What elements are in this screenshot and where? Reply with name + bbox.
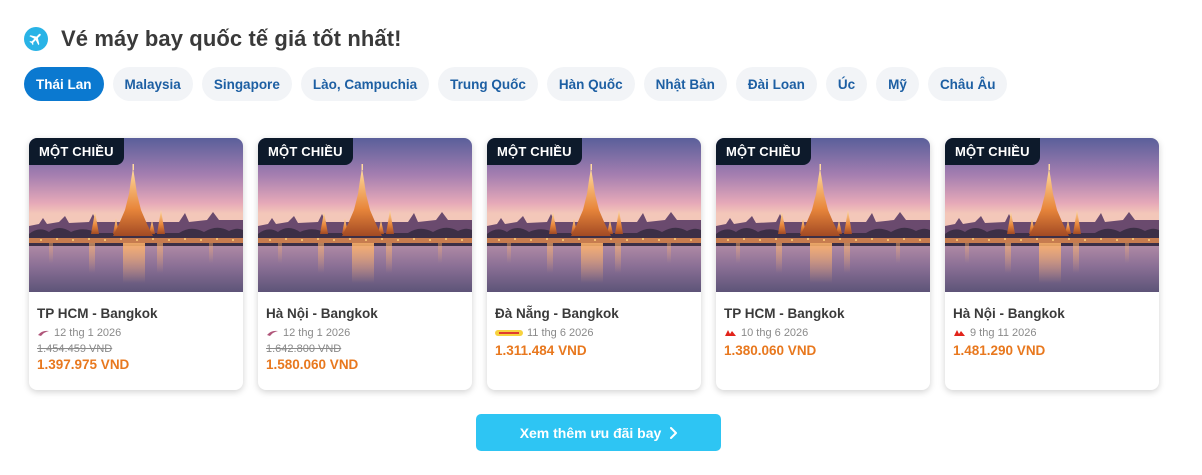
- route-label: TP HCM - Bangkok: [37, 306, 158, 321]
- deal-card[interactable]: MỘT CHIỀU Hà Nội - Bangkok 12 thg 1 2026…: [258, 138, 472, 390]
- original-price: 1.642.800 VND: [266, 343, 342, 355]
- trip-type-badge: MỘT CHIỀU: [487, 138, 582, 165]
- tab-thai-lan[interactable]: Thái Lan: [24, 67, 104, 101]
- deal-cards: MỘT CHIỀU TP HCM - Bangkok 12 thg 1 2026…: [29, 138, 1159, 390]
- deal-card[interactable]: MỘT CHIỀU TP HCM - Bangkok 12 thg 1 2026…: [29, 138, 243, 390]
- section-header: Vé máy bay quốc tế giá tốt nhất!: [24, 26, 402, 52]
- deal-price: 1.481.290 VND: [953, 343, 1046, 358]
- route-label: Hà Nội - Bangkok: [266, 306, 378, 321]
- tab-trung-quoc[interactable]: Trung Quốc: [438, 67, 538, 101]
- tab-nhat-ban[interactable]: Nhật Bản: [643, 67, 727, 101]
- trip-type-badge: MỘT CHIỀU: [716, 138, 811, 165]
- deal-price: 1.311.484 VND: [495, 343, 587, 358]
- tab-lao-campuchia[interactable]: Lào, Campuchia: [300, 67, 430, 101]
- chevron-right-icon: [670, 426, 678, 439]
- tab-malaysia[interactable]: Malaysia: [112, 67, 193, 101]
- tab-singapore[interactable]: Singapore: [201, 67, 292, 101]
- route-label: TP HCM - Bangkok: [724, 306, 845, 321]
- vietjet-logo-icon: [495, 330, 523, 336]
- flight-date: 9 thg 11 2026: [970, 327, 1037, 339]
- flight-date: 11 thg 6 2026: [527, 327, 594, 339]
- tab-uc[interactable]: Úc: [825, 67, 868, 101]
- route-label: Đà Nẵng - Bangkok: [495, 306, 619, 321]
- trip-type-badge: MỘT CHIỀU: [945, 138, 1040, 165]
- route-label: Hà Nội - Bangkok: [953, 306, 1065, 321]
- thai-airways-logo-icon: [38, 330, 49, 336]
- deal-card[interactable]: MỘT CHIỀU Hà Nội - Bangkok 9 thg 11 2026…: [945, 138, 1159, 390]
- tab-han-quoc[interactable]: Hàn Quốc: [546, 67, 635, 101]
- flight-date: 12 thg 1 2026: [283, 327, 351, 339]
- tab-my[interactable]: Mỹ: [876, 67, 919, 101]
- deal-card[interactable]: MỘT CHIỀU Đà Nẵng - Bangkok 11 thg 6 202…: [487, 138, 701, 390]
- original-price: 1.454.459 VND: [37, 343, 113, 355]
- trip-type-badge: MỘT CHIỀU: [29, 138, 124, 165]
- trip-type-badge: MỘT CHIỀU: [258, 138, 353, 165]
- tab-dai-loan[interactable]: Đài Loan: [735, 67, 817, 101]
- deal-price: 1.397.975 VND: [37, 357, 130, 372]
- flight-date: 12 thg 1 2026: [54, 327, 122, 339]
- see-more-deals-button[interactable]: Xem thêm ưu đãi bay: [476, 414, 721, 451]
- tab-chau-au[interactable]: Châu Âu: [927, 67, 1008, 101]
- airasia-logo-icon: [954, 330, 965, 336]
- deal-price: 1.380.060 VND: [724, 343, 817, 358]
- airasia-logo-icon: [725, 330, 736, 336]
- flight-date: 10 thg 6 2026: [741, 327, 809, 339]
- see-more-label: Xem thêm ưu đãi bay: [519, 424, 662, 441]
- airplane-icon: [24, 27, 48, 51]
- section-title: Vé máy bay quốc tế giá tốt nhất!: [61, 26, 402, 51]
- destination-tabs: Thái Lan Malaysia Singapore Lào, Campuch…: [24, 67, 1008, 101]
- deal-card[interactable]: MỘT CHIỀU TP HCM - Bangkok 10 thg 6 2026…: [716, 138, 930, 390]
- deal-price: 1.580.060 VND: [266, 357, 359, 372]
- thai-airways-logo-icon: [267, 330, 278, 336]
